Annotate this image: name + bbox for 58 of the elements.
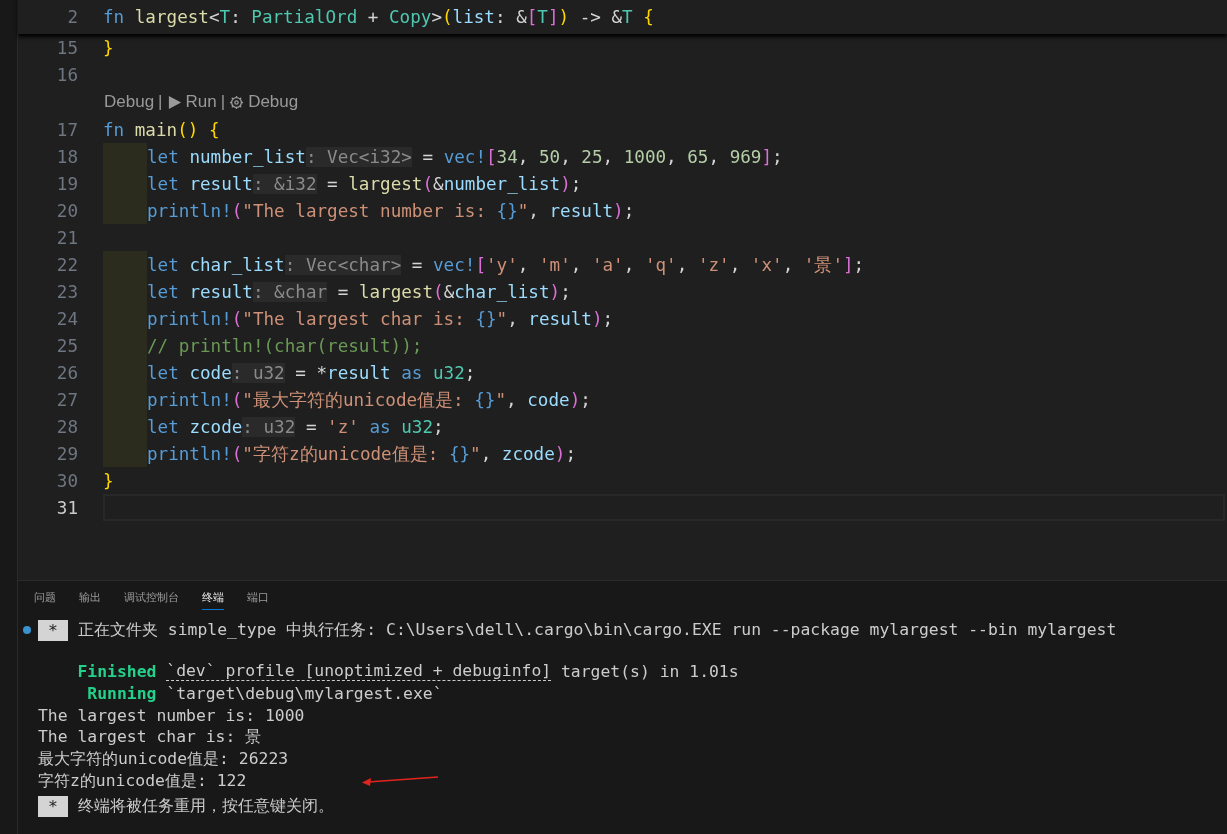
- code-line: fn main() {: [103, 119, 220, 140]
- code-line: // println!(char(result));: [147, 335, 423, 356]
- terminal-text: target(s) in 1.01s: [561, 661, 739, 681]
- terminal-text: The largest char is: 景: [38, 726, 262, 748]
- code-line: let code: u32 = *result as u32;: [147, 362, 476, 383]
- line-number: 26: [55, 362, 79, 383]
- panel-tab[interactable]: 调试控制台: [124, 589, 179, 610]
- line-number: 23: [55, 281, 79, 302]
- line-number: 20: [55, 200, 79, 221]
- terminal-text: `target\debug\mylargest.exe`: [166, 683, 443, 703]
- line-number: 25: [55, 335, 79, 356]
- codelens-link[interactable]: Debug: [104, 92, 155, 112]
- codelens-link[interactable]: Run: [185, 92, 217, 112]
- line-number: 16: [55, 64, 79, 85]
- line-number: 28: [55, 416, 79, 437]
- terminal-text: 最大字符的unicode值是: 26223: [38, 748, 289, 770]
- terminal-text: 字符z的unicode值是: 122: [38, 770, 247, 792]
- terminal-badge: *: [38, 795, 68, 817]
- code-line: let result: &i32 = largest(&number_list);: [147, 173, 582, 194]
- separator: |: [158, 92, 163, 112]
- line-number: 27: [55, 389, 79, 410]
- code-line: println!("字符z的unicode值是: {}", zcode);: [147, 442, 576, 466]
- code-line: println!("The largest number is: {}", result);: [147, 200, 635, 221]
- line-number: 29: [55, 443, 79, 464]
- code-line: let number_list: Vec<i32> = vec![34, 50, 25, 1000, 65, 969];: [147, 146, 783, 167]
- line-number: 19: [55, 173, 79, 194]
- code-line: println!("最大字符的unicode值是: {}", code);: [147, 388, 591, 412]
- panel-tab[interactable]: 问题: [34, 589, 56, 610]
- line-number: 18: [55, 146, 79, 167]
- code-line: let char_list: Vec<char> = vec!['y', 'm', 'a', 'q', 'z', 'x', '景'];: [147, 253, 865, 277]
- terminal-text: The largest number is: 1000: [38, 705, 305, 725]
- line-number: 31: [55, 497, 79, 518]
- line-number: 24: [55, 308, 79, 329]
- line-number: 30: [55, 470, 79, 491]
- code-line: let zcode: u32 = 'z' as u32;: [147, 416, 444, 437]
- line-number: 2: [66, 7, 79, 27]
- panel-tab[interactable]: 端口: [247, 589, 269, 610]
- line-number: 15: [55, 37, 79, 58]
- code-line: fn largest<T: PartialOrd + Copy>(list: &[T]) -> &T {: [103, 7, 654, 27]
- separator: |: [220, 92, 226, 112]
- terminal-badge: *: [38, 619, 68, 641]
- codelens-link[interactable]: Debug: [248, 92, 299, 112]
- panel-tab[interactable]: 终端: [202, 589, 224, 610]
- code-line: }: [103, 37, 114, 58]
- cargo-status: Running: [86, 683, 157, 703]
- terminal-text: 终端将被任务重用，按任意键关闭。: [78, 795, 334, 817]
- line-number: 21: [55, 227, 79, 248]
- play-icon: [166, 94, 182, 110]
- line-number: 22: [55, 254, 79, 275]
- code-line: }: [103, 470, 114, 491]
- code-line: println!("The largest char is: {}", result);: [147, 308, 614, 329]
- terminal-text: 正在文件夹 simple_type 中执行任务: C:\Users\dell\.cargo\bin\cargo.EXE run --package mylargest --bin mylargest: [78, 619, 1117, 641]
- line-number: 17: [55, 119, 79, 140]
- terminal-link[interactable]: `dev` profile [unoptimized + debuginfo]: [166, 661, 552, 681]
- panel-tab[interactable]: 输出: [79, 589, 101, 610]
- cargo-status: Finished: [76, 661, 157, 681]
- gear-icon: [229, 94, 245, 110]
- code-line: let result: &char = largest(&char_list);: [147, 281, 571, 302]
